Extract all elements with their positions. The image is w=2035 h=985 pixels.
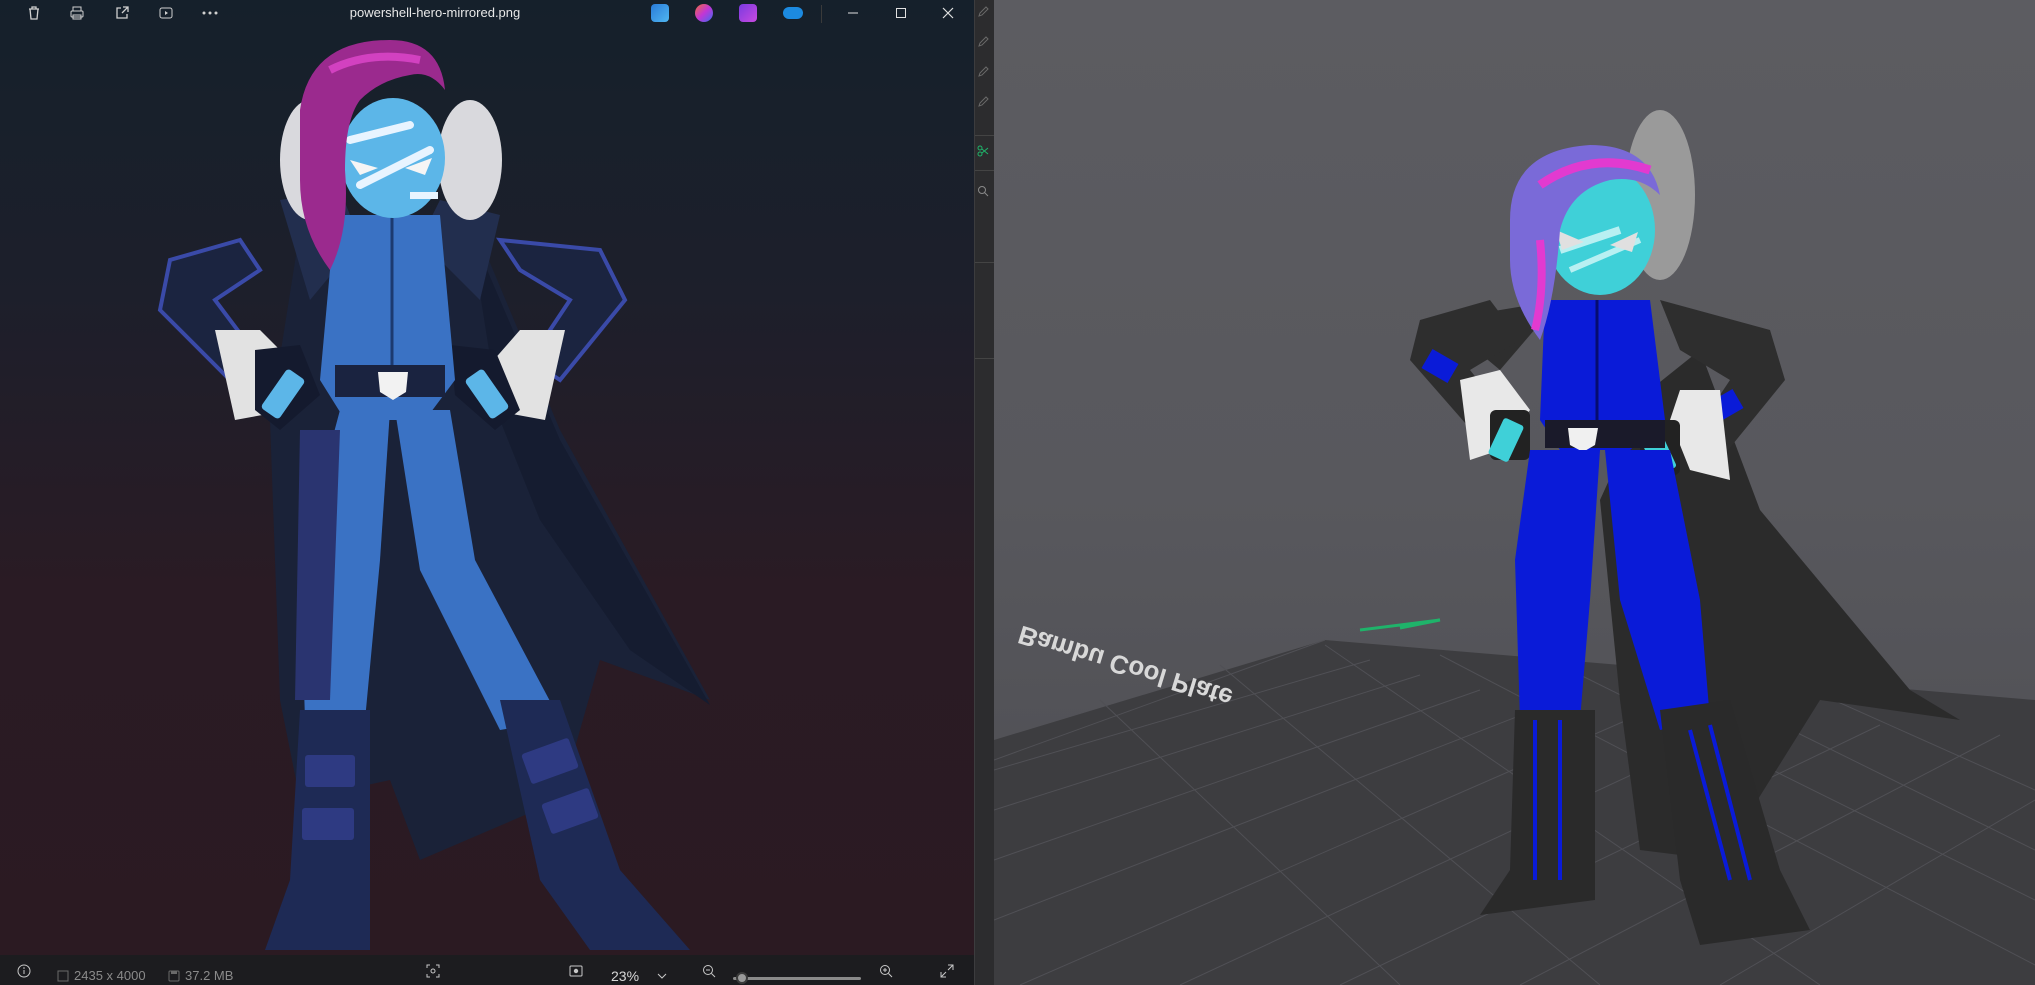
photos-window: powershell-hero-mirrored.png 2435 x 4000… (0, 0, 974, 985)
more-icon (202, 11, 218, 15)
scissors-icon[interactable] (977, 145, 989, 157)
trash-icon (29, 6, 39, 20)
maximize-button[interactable] (878, 0, 924, 26)
image-canvas (157, 40, 710, 950)
image-dimensions: 2435 x 4000 (57, 968, 146, 983)
slideshow-button[interactable] (146, 0, 186, 26)
zoom-out-icon (703, 965, 716, 978)
zoom-value: 23% (611, 968, 640, 984)
zoom-in-icon (880, 965, 893, 978)
minimize-button[interactable] (830, 0, 876, 26)
slicer-side-toolbar (974, 0, 994, 985)
maximize-icon (896, 8, 906, 18)
fullscreen-button[interactable] (940, 964, 954, 978)
clipchamp-app-icon[interactable] (739, 4, 757, 22)
minimize-icon (848, 12, 858, 14)
toolbar-divider (975, 358, 994, 359)
expand-icon (940, 964, 954, 978)
actual-size-button[interactable] (569, 964, 583, 978)
title-bar: powershell-hero-mirrored.png (0, 0, 974, 26)
fit-screen-button[interactable] (426, 964, 440, 978)
edit-icon[interactable] (977, 36, 989, 48)
onedrive-app-icon[interactable] (783, 7, 803, 19)
edit-icon[interactable] (977, 6, 989, 18)
image-size-icon (569, 965, 583, 977)
axis-indicator (1359, 618, 1441, 632)
info-button[interactable] (17, 964, 31, 978)
disk-icon (168, 970, 180, 981)
search-icon[interactable] (977, 185, 989, 197)
share-button[interactable] (102, 0, 142, 26)
zoom-dropdown[interactable]: 23% (599, 966, 681, 985)
edit-icon[interactable] (977, 96, 989, 108)
close-icon (942, 7, 954, 19)
delete-button[interactable] (14, 0, 54, 26)
more-button[interactable] (190, 0, 230, 26)
printer-icon (70, 6, 84, 20)
toolbar-divider (821, 5, 822, 23)
file-size: 37.2 MB (168, 968, 233, 983)
play-icon (159, 7, 173, 19)
info-icon (17, 964, 31, 978)
toolbar-divider (975, 170, 994, 171)
zoom-slider-thumb[interactable] (736, 972, 749, 984)
zoom-out-button[interactable] (702, 964, 716, 978)
close-button[interactable] (925, 0, 971, 26)
bed-label: Bambu Cool Plate (1015, 620, 1237, 714)
status-bar: 2435 x 4000 37.2 MB (0, 955, 974, 985)
print-button[interactable] (57, 0, 97, 26)
share-icon (116, 6, 129, 19)
file-size-text: 37.2 MB (185, 968, 234, 983)
desktop: powershell-hero-mirrored.png 2435 x 4000… (0, 0, 2035, 985)
copilot-app-icon[interactable] (695, 4, 713, 22)
toolbar-divider (975, 135, 994, 136)
dimensions-icon (57, 970, 69, 981)
edit-app-icon[interactable] (651, 4, 669, 22)
dimensions-text: 2435 x 4000 (74, 968, 146, 983)
edit-icon[interactable] (977, 66, 989, 78)
crop-icon (426, 964, 440, 978)
zoom-in-button[interactable] (879, 964, 893, 978)
slicer-3d-viewport[interactable]: Bambu Cool Plate (994, 0, 2035, 985)
scene: Bambu Cool Plate (994, 110, 2035, 985)
file-name: powershell-hero-mirrored.png (349, 5, 521, 20)
toolbar-divider (975, 262, 994, 263)
chevron-down-icon (657, 973, 667, 979)
zoom-slider[interactable] (733, 977, 861, 980)
